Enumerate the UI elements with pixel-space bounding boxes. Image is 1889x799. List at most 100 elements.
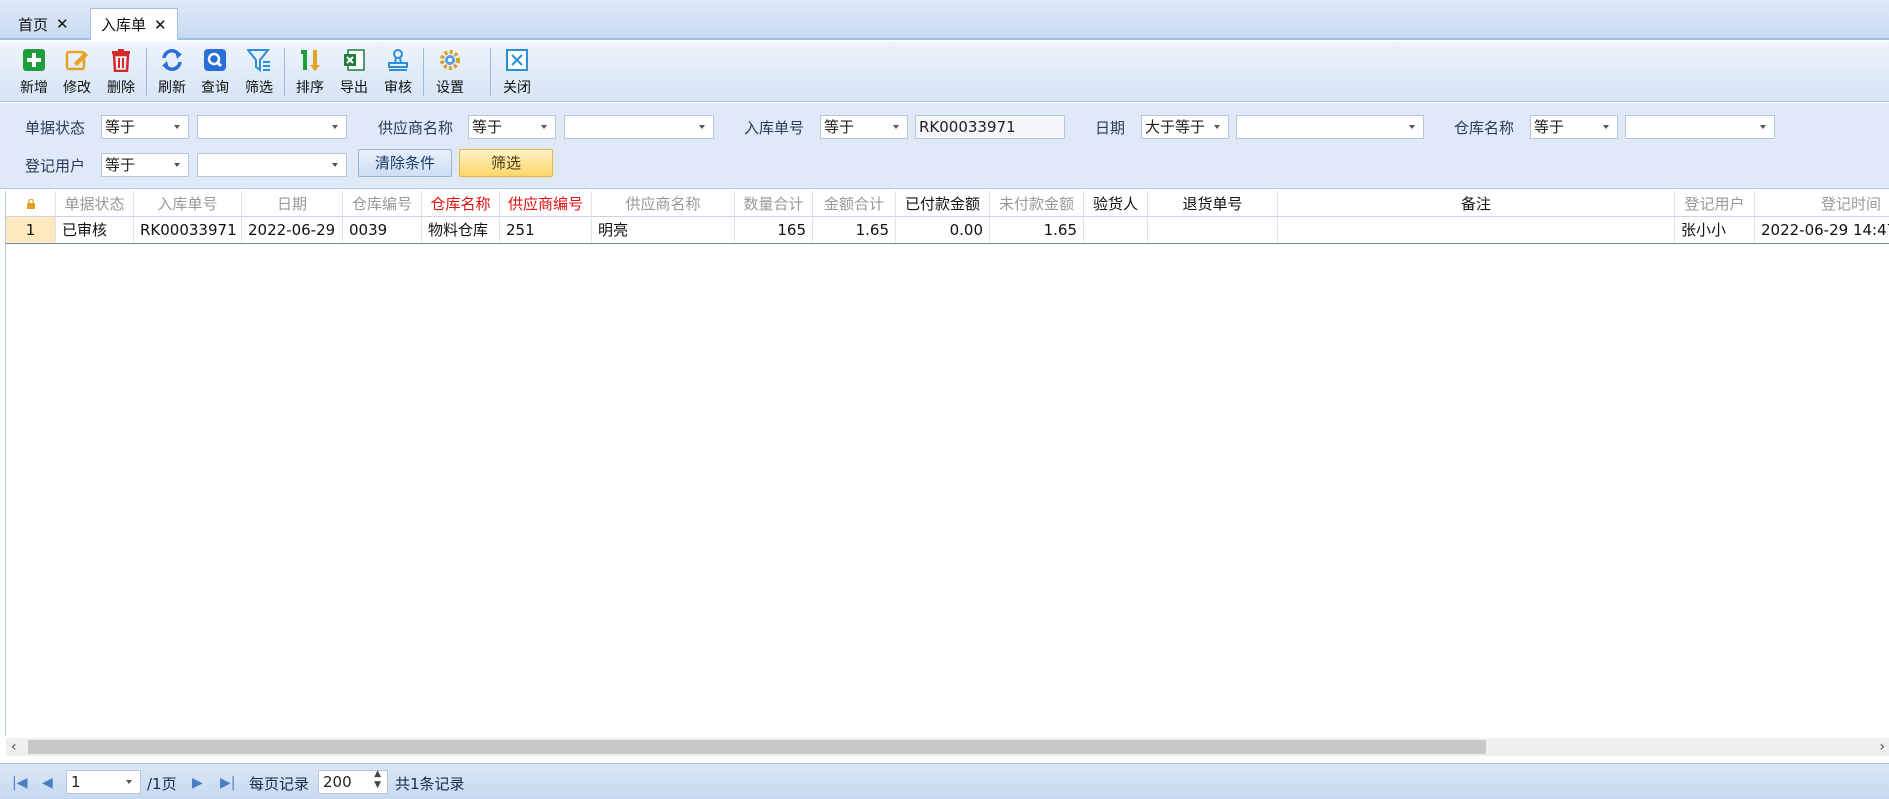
refresh-button[interactable]: 刷新 (152, 44, 192, 100)
refresh-label: 刷新 (158, 80, 186, 96)
tab-home[interactable]: 首页 ✕ (8, 8, 79, 40)
scrollbar-thumb[interactable] (28, 740, 1486, 754)
export-button[interactable]: 导出 (334, 44, 374, 100)
date-value[interactable] (1236, 115, 1424, 139)
warehouse-operator-value: 等于 (1534, 118, 1565, 136)
query-button[interactable]: 查询 (195, 44, 235, 100)
cell-time[interactable]: 2022-06-29 14:47: (1755, 217, 1889, 243)
settings-button[interactable]: 设置 (430, 44, 470, 100)
audit-label: 审核 (384, 80, 412, 96)
close-icon[interactable]: ✕ (56, 15, 69, 33)
doc-status-operator-value: 等于 (105, 118, 136, 136)
cell-inbound-no[interactable]: RK00033971 (134, 217, 242, 243)
stepper-icon[interactable]: ▲ ▼ (374, 769, 381, 791)
refresh-icon (158, 46, 186, 74)
header-time[interactable]: 登记时间 (1755, 191, 1889, 217)
filter-button[interactable]: 筛选 (239, 44, 279, 100)
edit-button[interactable]: 修改 (57, 44, 97, 100)
data-grid: 单据状态 入库单号 日期 仓库编号 仓库名称 供应商编号 供应商名称 数量合计 … (5, 191, 1889, 756)
header-amount-total[interactable]: 金额合计 (813, 191, 896, 217)
supplier-value[interactable] (564, 115, 714, 139)
tab-inbound[interactable]: 入库单 ✕ (90, 8, 178, 40)
apply-filter-button[interactable]: 筛选 (459, 149, 553, 177)
cell-remark[interactable] (1278, 217, 1675, 243)
filter-panel: 单据状态 等于 供应商名称 等于 入库单号 等于 RK00033971 日期 大… (0, 103, 1889, 189)
scroll-right-icon[interactable]: › (1879, 738, 1885, 756)
inbound-no-operator-value: 等于 (824, 118, 855, 136)
doc-status-value[interactable] (197, 115, 347, 139)
header-inspector[interactable]: 验货人 (1084, 191, 1148, 217)
prev-page-icon[interactable]: ◀ (42, 775, 53, 791)
excel-icon (340, 46, 368, 74)
row-indicator-header (6, 191, 56, 217)
user-value[interactable] (197, 153, 347, 177)
cell-amount-total[interactable]: 1.65 (813, 217, 896, 243)
stamp-icon (384, 46, 412, 74)
toolbar-divider (146, 48, 147, 96)
date-operator[interactable]: 大于等于 (1141, 115, 1229, 139)
header-doc-status[interactable]: 单据状态 (56, 191, 134, 217)
cell-supplier-name[interactable]: 明亮 (592, 217, 735, 243)
cell-supplier-code[interactable]: 251 (500, 217, 592, 243)
chevron-down-icon (126, 780, 132, 784)
cell-doc-status[interactable]: 已审核 (56, 217, 134, 243)
cell-return-no[interactable] (1148, 217, 1278, 243)
cell-date[interactable]: 2022-06-29 (242, 217, 343, 243)
per-page-input[interactable]: 200 ▲ ▼ (318, 769, 388, 794)
inbound-no-input[interactable]: RK00033971 (915, 115, 1065, 139)
header-supplier-name[interactable]: 供应商名称 (592, 191, 735, 217)
user-operator[interactable]: 等于 (101, 153, 189, 177)
add-button[interactable]: 新增 (14, 44, 54, 100)
page-number-input[interactable]: 1 (66, 770, 141, 794)
horizontal-scrollbar[interactable]: ‹ › (6, 738, 1889, 756)
edit-label: 修改 (63, 80, 91, 96)
warehouse-value[interactable] (1625, 115, 1775, 139)
header-return-no[interactable]: 退货单号 (1148, 191, 1278, 217)
warehouse-operator[interactable]: 等于 (1530, 115, 1618, 139)
header-warehouse-name[interactable]: 仓库名称 (422, 191, 500, 217)
chevron-down-icon (1409, 125, 1415, 129)
tab-inbound-label: 入库单 (101, 16, 147, 34)
chevron-down-icon (174, 163, 180, 167)
header-remark[interactable]: 备注 (1278, 191, 1675, 217)
inbound-no-operator[interactable]: 等于 (820, 115, 908, 139)
inbound-no-label: 入库单号 (744, 119, 805, 137)
cell-warehouse-name[interactable]: 物料仓库 (422, 217, 500, 243)
close-icon[interactable]: ✕ (154, 16, 167, 34)
last-page-icon[interactable]: ▶| (220, 775, 235, 791)
cell-unpaid-amount[interactable]: 1.65 (990, 217, 1084, 243)
header-qty-total[interactable]: 数量合计 (735, 191, 813, 217)
cell-inspector[interactable] (1084, 217, 1148, 243)
close-button[interactable]: 关闭 (497, 44, 537, 100)
supplier-operator[interactable]: 等于 (468, 115, 556, 139)
clear-conditions-button[interactable]: 清除条件 (358, 149, 452, 177)
header-warehouse-code[interactable]: 仓库编号 (343, 191, 422, 217)
close-window-icon (503, 46, 531, 74)
header-user[interactable]: 登记用户 (1675, 191, 1755, 217)
cell-qty-total[interactable]: 165 (735, 217, 813, 243)
cell-user[interactable]: 张小小 (1675, 217, 1755, 243)
header-date[interactable]: 日期 (242, 191, 343, 217)
toolbar-divider (490, 48, 491, 96)
delete-button[interactable]: 删除 (101, 44, 141, 100)
doc-status-operator[interactable]: 等于 (101, 115, 189, 139)
header-unpaid-amount[interactable]: 未付款金额 (990, 191, 1084, 217)
trash-icon (107, 46, 135, 74)
tab-home-label: 首页 (18, 15, 49, 34)
audit-button[interactable]: 审核 (378, 44, 418, 100)
cell-paid-amount[interactable]: 0.00 (896, 217, 990, 243)
table-row[interactable]: 1 已审核 RK00033971 2022-06-29 0039 物料仓库 25… (6, 217, 1889, 244)
header-paid-amount[interactable]: 已付款金额 (896, 191, 990, 217)
first-page-icon[interactable]: |◀ (12, 775, 27, 791)
scroll-left-icon[interactable]: ‹ (11, 738, 17, 756)
next-page-icon[interactable]: ▶ (192, 775, 203, 791)
grid-header: 单据状态 入库单号 日期 仓库编号 仓库名称 供应商编号 供应商名称 数量合计 … (6, 191, 1889, 217)
header-inbound-no[interactable]: 入库单号 (134, 191, 242, 217)
header-supplier-code[interactable]: 供应商编号 (500, 191, 592, 217)
page-number-value: 1 (71, 773, 81, 791)
sort-button[interactable]: 排序 (290, 44, 330, 100)
cell-warehouse-code[interactable]: 0039 (343, 217, 422, 243)
chevron-down-icon (1214, 125, 1220, 129)
chevron-down-icon (332, 125, 338, 129)
chevron-down-icon (1760, 125, 1766, 129)
